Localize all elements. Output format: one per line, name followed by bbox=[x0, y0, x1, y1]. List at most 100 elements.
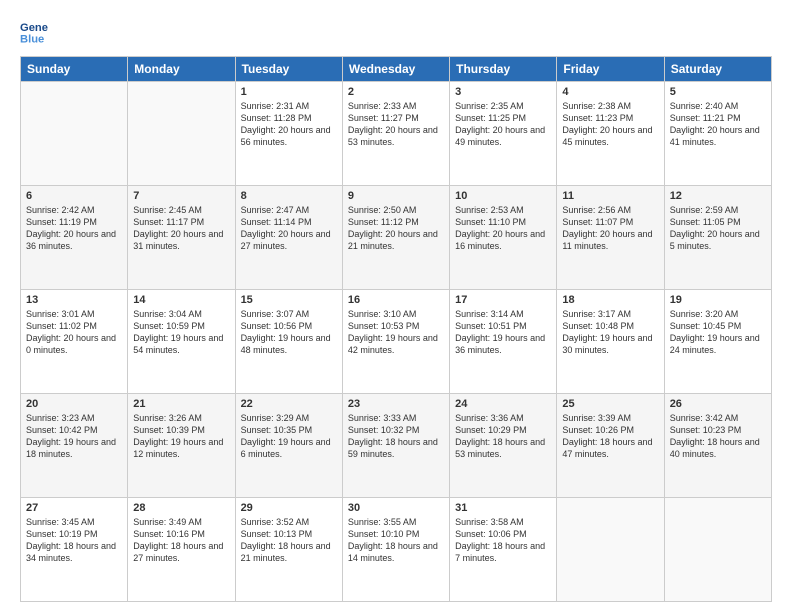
day-number: 24 bbox=[455, 398, 551, 410]
day-number: 19 bbox=[670, 294, 766, 306]
cell-info: Sunrise: 3:23 AMSunset: 10:42 PMDaylight… bbox=[26, 413, 116, 459]
table-row: 16 Sunrise: 3:10 AMSunset: 10:53 PMDayli… bbox=[342, 290, 449, 394]
day-number: 1 bbox=[241, 86, 337, 98]
cell-info: Sunrise: 3:14 AMSunset: 10:51 PMDaylight… bbox=[455, 309, 545, 355]
day-number: 17 bbox=[455, 294, 551, 306]
table-row: 6 Sunrise: 2:42 AMSunset: 11:19 PMDaylig… bbox=[21, 186, 128, 290]
cell-info: Sunrise: 3:45 AMSunset: 10:19 PMDaylight… bbox=[26, 517, 116, 563]
day-number: 11 bbox=[562, 190, 658, 202]
table-row: 28 Sunrise: 3:49 AMSunset: 10:16 PMDayli… bbox=[128, 498, 235, 602]
cell-info: Sunrise: 3:01 AMSunset: 11:02 PMDaylight… bbox=[26, 309, 116, 355]
day-number: 4 bbox=[562, 86, 658, 98]
day-number: 27 bbox=[26, 502, 122, 514]
cell-info: Sunrise: 2:42 AMSunset: 11:19 PMDaylight… bbox=[26, 205, 116, 251]
calendar-header-row: Sunday Monday Tuesday Wednesday Thursday… bbox=[21, 57, 772, 82]
cell-info: Sunrise: 2:31 AMSunset: 11:28 PMDaylight… bbox=[241, 101, 331, 147]
table-row: 17 Sunrise: 3:14 AMSunset: 10:51 PMDayli… bbox=[450, 290, 557, 394]
table-row: 13 Sunrise: 3:01 AMSunset: 11:02 PMDayli… bbox=[21, 290, 128, 394]
svg-text:Blue: Blue bbox=[20, 33, 44, 45]
day-number: 3 bbox=[455, 86, 551, 98]
cell-info: Sunrise: 2:45 AMSunset: 11:17 PMDaylight… bbox=[133, 205, 223, 251]
table-row: 2 Sunrise: 2:33 AMSunset: 11:27 PMDaylig… bbox=[342, 82, 449, 186]
table-row: 25 Sunrise: 3:39 AMSunset: 10:26 PMDayli… bbox=[557, 394, 664, 498]
cell-info: Sunrise: 2:33 AMSunset: 11:27 PMDaylight… bbox=[348, 101, 438, 147]
day-number: 25 bbox=[562, 398, 658, 410]
col-friday: Friday bbox=[557, 57, 664, 82]
day-number: 14 bbox=[133, 294, 229, 306]
table-row: 31 Sunrise: 3:58 AMSunset: 10:06 PMDayli… bbox=[450, 498, 557, 602]
day-number: 7 bbox=[133, 190, 229, 202]
calendar-table: Sunday Monday Tuesday Wednesday Thursday… bbox=[20, 56, 772, 602]
cell-info: Sunrise: 2:59 AMSunset: 11:05 PMDaylight… bbox=[670, 205, 760, 251]
col-sunday: Sunday bbox=[21, 57, 128, 82]
cell-info: Sunrise: 3:20 AMSunset: 10:45 PMDaylight… bbox=[670, 309, 760, 355]
cell-info: Sunrise: 3:49 AMSunset: 10:16 PMDaylight… bbox=[133, 517, 223, 563]
col-wednesday: Wednesday bbox=[342, 57, 449, 82]
day-number: 6 bbox=[26, 190, 122, 202]
cell-info: Sunrise: 3:29 AMSunset: 10:35 PMDaylight… bbox=[241, 413, 331, 459]
cell-info: Sunrise: 2:40 AMSunset: 11:21 PMDaylight… bbox=[670, 101, 760, 147]
table-row: 30 Sunrise: 3:55 AMSunset: 10:10 PMDayli… bbox=[342, 498, 449, 602]
table-row: 20 Sunrise: 3:23 AMSunset: 10:42 PMDayli… bbox=[21, 394, 128, 498]
table-row bbox=[128, 82, 235, 186]
col-monday: Monday bbox=[128, 57, 235, 82]
table-row: 14 Sunrise: 3:04 AMSunset: 10:59 PMDayli… bbox=[128, 290, 235, 394]
table-row: 9 Sunrise: 2:50 AMSunset: 11:12 PMDaylig… bbox=[342, 186, 449, 290]
day-number: 31 bbox=[455, 502, 551, 514]
page-header: General Blue bbox=[20, 18, 772, 46]
cell-info: Sunrise: 3:39 AMSunset: 10:26 PMDaylight… bbox=[562, 413, 652, 459]
table-row: 26 Sunrise: 3:42 AMSunset: 10:23 PMDayli… bbox=[664, 394, 771, 498]
day-number: 15 bbox=[241, 294, 337, 306]
table-row: 18 Sunrise: 3:17 AMSunset: 10:48 PMDayli… bbox=[557, 290, 664, 394]
table-row: 7 Sunrise: 2:45 AMSunset: 11:17 PMDaylig… bbox=[128, 186, 235, 290]
day-number: 22 bbox=[241, 398, 337, 410]
cell-info: Sunrise: 3:07 AMSunset: 10:56 PMDaylight… bbox=[241, 309, 331, 355]
table-row: 8 Sunrise: 2:47 AMSunset: 11:14 PMDaylig… bbox=[235, 186, 342, 290]
logo: General Blue bbox=[20, 18, 52, 46]
table-row: 1 Sunrise: 2:31 AMSunset: 11:28 PMDaylig… bbox=[235, 82, 342, 186]
svg-text:General: General bbox=[20, 22, 48, 34]
day-number: 18 bbox=[562, 294, 658, 306]
cell-info: Sunrise: 3:52 AMSunset: 10:13 PMDaylight… bbox=[241, 517, 331, 563]
cell-info: Sunrise: 3:36 AMSunset: 10:29 PMDaylight… bbox=[455, 413, 545, 459]
table-row bbox=[21, 82, 128, 186]
table-row: 12 Sunrise: 2:59 AMSunset: 11:05 PMDayli… bbox=[664, 186, 771, 290]
table-row: 24 Sunrise: 3:36 AMSunset: 10:29 PMDayli… bbox=[450, 394, 557, 498]
table-row: 22 Sunrise: 3:29 AMSunset: 10:35 PMDayli… bbox=[235, 394, 342, 498]
cell-info: Sunrise: 2:56 AMSunset: 11:07 PMDaylight… bbox=[562, 205, 652, 251]
cell-info: Sunrise: 2:50 AMSunset: 11:12 PMDaylight… bbox=[348, 205, 438, 251]
cell-info: Sunrise: 3:17 AMSunset: 10:48 PMDaylight… bbox=[562, 309, 652, 355]
table-row: 23 Sunrise: 3:33 AMSunset: 10:32 PMDayli… bbox=[342, 394, 449, 498]
day-number: 28 bbox=[133, 502, 229, 514]
day-number: 26 bbox=[670, 398, 766, 410]
table-row: 19 Sunrise: 3:20 AMSunset: 10:45 PMDayli… bbox=[664, 290, 771, 394]
table-row: 29 Sunrise: 3:52 AMSunset: 10:13 PMDayli… bbox=[235, 498, 342, 602]
table-row: 3 Sunrise: 2:35 AMSunset: 11:25 PMDaylig… bbox=[450, 82, 557, 186]
cell-info: Sunrise: 2:35 AMSunset: 11:25 PMDaylight… bbox=[455, 101, 545, 147]
table-row: 21 Sunrise: 3:26 AMSunset: 10:39 PMDayli… bbox=[128, 394, 235, 498]
col-thursday: Thursday bbox=[450, 57, 557, 82]
table-row bbox=[557, 498, 664, 602]
day-number: 13 bbox=[26, 294, 122, 306]
table-row: 11 Sunrise: 2:56 AMSunset: 11:07 PMDayli… bbox=[557, 186, 664, 290]
day-number: 8 bbox=[241, 190, 337, 202]
cell-info: Sunrise: 3:58 AMSunset: 10:06 PMDaylight… bbox=[455, 517, 545, 563]
day-number: 9 bbox=[348, 190, 444, 202]
cell-info: Sunrise: 2:47 AMSunset: 11:14 PMDaylight… bbox=[241, 205, 331, 251]
cell-info: Sunrise: 3:55 AMSunset: 10:10 PMDaylight… bbox=[348, 517, 438, 563]
day-number: 10 bbox=[455, 190, 551, 202]
table-row bbox=[664, 498, 771, 602]
table-row: 10 Sunrise: 2:53 AMSunset: 11:10 PMDayli… bbox=[450, 186, 557, 290]
cell-info: Sunrise: 3:10 AMSunset: 10:53 PMDaylight… bbox=[348, 309, 438, 355]
day-number: 20 bbox=[26, 398, 122, 410]
table-row: 27 Sunrise: 3:45 AMSunset: 10:19 PMDayli… bbox=[21, 498, 128, 602]
cell-info: Sunrise: 3:33 AMSunset: 10:32 PMDaylight… bbox=[348, 413, 438, 459]
day-number: 16 bbox=[348, 294, 444, 306]
col-tuesday: Tuesday bbox=[235, 57, 342, 82]
day-number: 29 bbox=[241, 502, 337, 514]
cell-info: Sunrise: 2:38 AMSunset: 11:23 PMDaylight… bbox=[562, 101, 652, 147]
table-row: 4 Sunrise: 2:38 AMSunset: 11:23 PMDaylig… bbox=[557, 82, 664, 186]
col-saturday: Saturday bbox=[664, 57, 771, 82]
day-number: 2 bbox=[348, 86, 444, 98]
cell-info: Sunrise: 3:04 AMSunset: 10:59 PMDaylight… bbox=[133, 309, 223, 355]
